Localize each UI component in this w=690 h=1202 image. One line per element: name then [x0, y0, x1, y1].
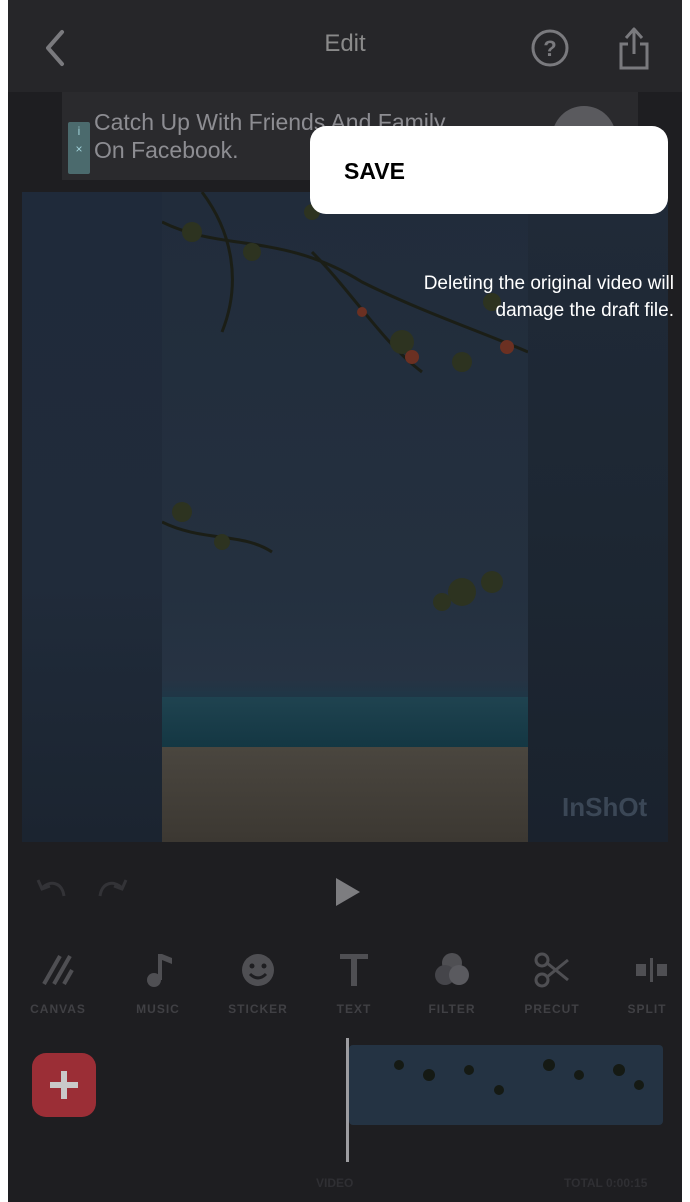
beach-image: [162, 747, 528, 842]
sticker-icon: [242, 954, 274, 986]
save-label: SAVE: [344, 158, 405, 184]
ad-close-icon[interactable]: ×: [68, 140, 90, 158]
playhead[interactable]: [346, 1038, 349, 1162]
timeline-total-label: TOTAL 0:00:15: [564, 1176, 648, 1190]
scissors-icon: [534, 952, 569, 988]
tool-label: MUSIC: [136, 1002, 180, 1016]
tool-canvas[interactable]: CANVAS: [8, 942, 108, 1032]
help-icon[interactable]: ?: [530, 28, 570, 68]
save-button[interactable]: SAVE: [310, 126, 668, 214]
tool-label: PRECUT: [524, 1002, 580, 1016]
playback-controls: [8, 842, 682, 942]
blur-background-left: [22, 192, 162, 842]
editor-screen: Edit ? i × Catch Up With Friends And Fam…: [8, 0, 682, 1202]
music-icon: [147, 954, 172, 987]
share-icon[interactable]: [614, 24, 654, 72]
editing-toolbar: CANVAS MUSIC STICKER TEXT FILTER PRECUT …: [8, 942, 682, 1032]
canvas-icon: [42, 955, 74, 985]
tool-text[interactable]: TEXT: [304, 942, 404, 1032]
add-clip-button[interactable]: [32, 1053, 96, 1117]
text-icon: [340, 954, 368, 986]
ad-info-icon: i: [77, 124, 81, 138]
page-title: Edit: [324, 30, 366, 57]
svg-text:?: ?: [543, 36, 556, 61]
tool-music[interactable]: MUSIC: [108, 942, 208, 1032]
ad-choices-badge[interactable]: i ×: [68, 122, 90, 174]
timeline-clip[interactable]: [349, 1045, 663, 1125]
tool-label: TEXT: [336, 1002, 372, 1016]
tree-branches-image: [162, 192, 528, 611]
sea-image: [162, 697, 528, 747]
undo-icon[interactable]: [34, 876, 68, 906]
tool-split[interactable]: SPLIT: [612, 942, 682, 1032]
watermark[interactable]: InShOt: [562, 792, 647, 823]
draft-warning-text: Deleting the original video will damage …: [308, 270, 674, 324]
timeline-left-label: VIDEO: [316, 1176, 354, 1190]
redo-icon[interactable]: [96, 876, 130, 906]
tool-label: SPLIT: [627, 1002, 667, 1016]
tool-label: CANVAS: [30, 1002, 86, 1016]
tool-sticker[interactable]: STICKER: [208, 942, 308, 1032]
filter-icon: [435, 953, 469, 985]
clip-thumbnails: [394, 1059, 644, 1095]
warning-line2: damage the draft file.: [495, 300, 675, 321]
play-icon[interactable]: [334, 876, 362, 908]
tool-precut[interactable]: PRECUT: [502, 942, 602, 1032]
tool-label: FILTER: [428, 1002, 476, 1016]
top-bar: Edit ?: [8, 0, 682, 92]
tool-label: STICKER: [228, 1002, 288, 1016]
plus-icon: [50, 1071, 78, 1099]
split-icon: [636, 958, 667, 982]
warning-line1: Deleting the original video will: [423, 273, 674, 294]
tool-filter[interactable]: FILTER: [402, 942, 502, 1032]
